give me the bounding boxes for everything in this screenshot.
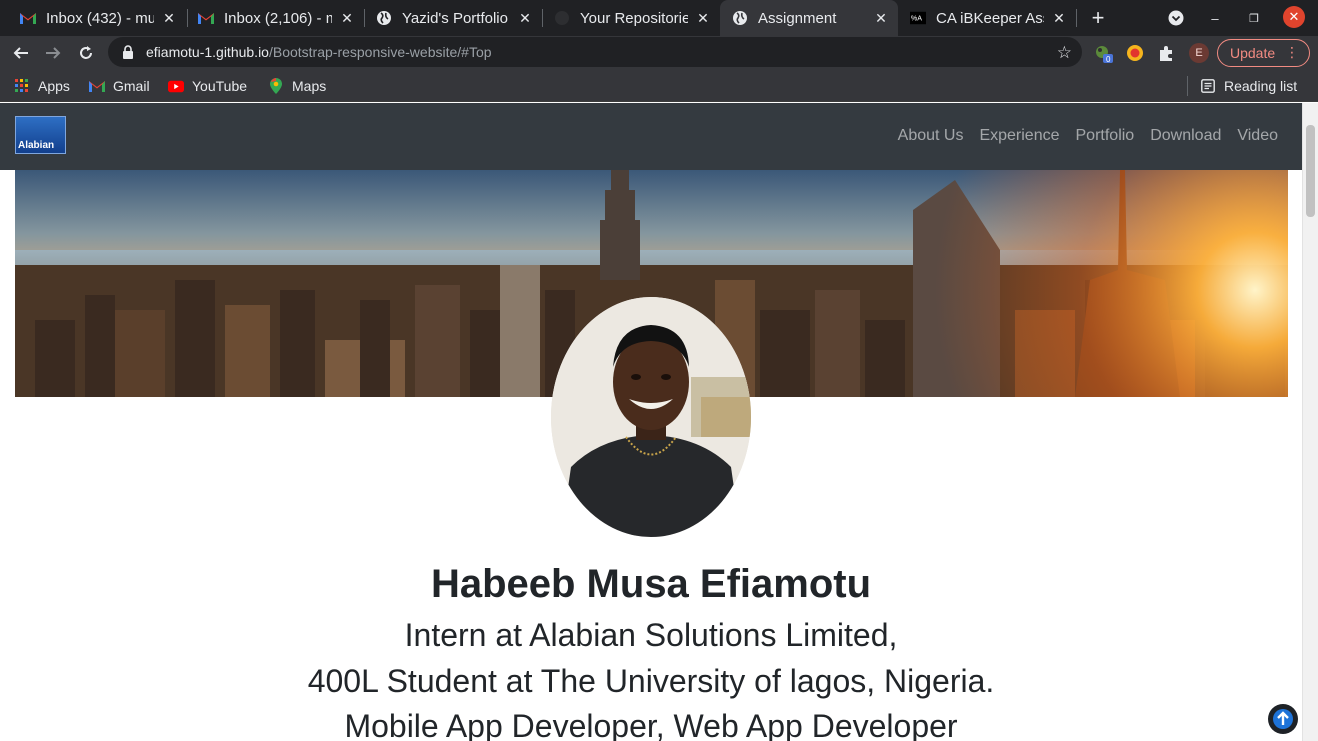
tab-ca-ibkeeper[interactable]: %A CA iBKeeper Ass ✕ [898, 0, 1076, 36]
tab-title: Inbox (2,106) - m [224, 9, 332, 27]
nav-link-about-us[interactable]: About Us [898, 127, 964, 145]
address-bar[interactable]: efiamotu-1.github.io/Bootstrap-responsiv… [108, 37, 1082, 67]
profile-skills-line: Mobile App Developer, Web App Developer [344, 708, 958, 741]
bookmark-label: Maps [292, 78, 327, 94]
url-path: /Bootstrap-responsive-website/#Top [268, 44, 492, 60]
close-icon[interactable]: ✕ [694, 9, 712, 27]
tab-title: CA iBKeeper Ass [936, 9, 1044, 27]
bookmark-apps[interactable]: Apps [14, 76, 70, 96]
bookmarks-divider [1187, 76, 1188, 96]
minimize-button[interactable]: – [1204, 7, 1226, 29]
profile-photo [551, 297, 751, 537]
forward-button[interactable] [40, 40, 66, 66]
update-label: Update [1230, 45, 1276, 61]
tab-title: Yazid's Portfolio [402, 9, 508, 27]
maps-pin-icon [268, 78, 284, 94]
bookmark-label: YouTube [192, 78, 248, 94]
close-icon[interactable]: ✕ [872, 9, 890, 27]
star-icon[interactable]: ☆ [1057, 43, 1072, 63]
profile-education-line: 400L Student at The University of lagos,… [307, 663, 995, 699]
tab-divider [1076, 9, 1077, 27]
scrollbar-thumb[interactable] [1306, 125, 1315, 217]
profile-avatar[interactable]: E [1189, 43, 1209, 63]
alabian-logo[interactable]: Alabian [15, 116, 66, 154]
nav-link-video[interactable]: Video [1237, 127, 1278, 145]
tab-title: Assignment [758, 9, 837, 27]
reload-icon [80, 46, 92, 59]
update-button[interactable]: Update ⋮ [1217, 39, 1310, 67]
tab-inbox-432[interactable]: Inbox (432) - musa ✕ [8, 0, 186, 36]
site-navbar: Alabian About Us Experience Portfolio Do… [0, 103, 1302, 170]
new-tab-button[interactable]: + [1086, 5, 1110, 30]
reading-list-label: Reading list [1224, 78, 1298, 94]
bookmark-youtube[interactable]: YouTube [168, 76, 247, 96]
close-icon[interactable]: ✕ [338, 9, 356, 27]
arrow-up-icon [1273, 709, 1293, 729]
tab-title: Inbox (432) - musa [46, 9, 154, 27]
svg-text:%A: %A [911, 15, 922, 23]
bookmarks-bar: Apps Gmail YouTube Maps Reading list [0, 70, 1318, 102]
youtube-icon [168, 78, 184, 94]
profile-name: Habeeb Musa Efiamotu [430, 562, 872, 606]
puzzle-icon [1160, 46, 1172, 61]
bookmark-gmail[interactable]: Gmail [89, 76, 150, 96]
reading-list-icon [1200, 78, 1216, 94]
gmail-icon [198, 10, 214, 26]
nav-links: About Us Experience Portfolio Download V… [898, 127, 1278, 145]
nav-link-experience[interactable]: Experience [979, 127, 1059, 145]
globe-icon [376, 10, 392, 26]
back-button[interactable] [8, 40, 34, 66]
chevron-down-icon [1168, 10, 1184, 26]
more-vert-icon: ⋮ [1285, 44, 1299, 60]
gmail-icon [89, 78, 105, 94]
svg-text:0: 0 [1106, 55, 1111, 64]
tab-title: Your Repositories [580, 9, 688, 27]
reload-button[interactable] [73, 40, 99, 66]
close-icon[interactable]: ✕ [160, 9, 178, 27]
arrow-left-icon [13, 47, 28, 59]
url-host: efiamotu-1.github.io [146, 44, 269, 60]
github-icon [554, 10, 570, 26]
gmail-icon [20, 10, 36, 26]
bookmark-label: Apps [38, 78, 70, 94]
sun-extension-icon [1127, 45, 1143, 61]
apps-grid-icon [14, 78, 30, 94]
browser-toolbar: efiamotu-1.github.io/Bootstrap-responsiv… [0, 36, 1318, 70]
page-scrollbar[interactable] [1302, 103, 1318, 741]
scroll-to-top-button[interactable] [1268, 704, 1298, 734]
globe-icon [732, 10, 748, 26]
tab-strip: Inbox (432) - musa ✕ Inbox (2,106) - m ✕… [0, 0, 1318, 36]
nav-link-download[interactable]: Download [1150, 127, 1221, 145]
tab-inbox-2106[interactable]: Inbox (2,106) - m ✕ [186, 0, 364, 36]
close-window-button[interactable]: ✕ [1283, 6, 1305, 28]
bookmark-maps[interactable]: Maps [268, 76, 326, 96]
tab-assignment[interactable]: Assignment ✕ [720, 0, 898, 36]
extension-icon: 0 [1096, 46, 1113, 64]
profile-role-line: Intern at Alabian Solutions Limited, [404, 617, 898, 653]
tab-search-button[interactable] [1165, 7, 1187, 29]
bookmark-label: Gmail [113, 78, 150, 94]
nav-link-portfolio[interactable]: Portfolio [1076, 127, 1135, 145]
close-icon[interactable]: ✕ [1050, 9, 1068, 27]
reading-list-button[interactable]: Reading list [1200, 76, 1297, 96]
tab-your-repositories[interactable]: Your Repositories ✕ [542, 0, 720, 36]
extension-button[interactable] [1123, 41, 1147, 65]
ibkeeper-icon: %A [910, 10, 926, 26]
logo-text: Alabian [18, 140, 55, 151]
tab-yazid-portfolio[interactable]: Yazid's Portfolio ✕ [364, 0, 542, 36]
extension-button[interactable]: 0 [1092, 41, 1116, 65]
arrow-right-icon [46, 47, 61, 59]
extensions-menu-button[interactable] [1154, 41, 1178, 65]
lock-icon [123, 45, 133, 59]
close-icon[interactable]: ✕ [516, 9, 534, 27]
restore-button[interactable]: ❐ [1243, 7, 1265, 29]
